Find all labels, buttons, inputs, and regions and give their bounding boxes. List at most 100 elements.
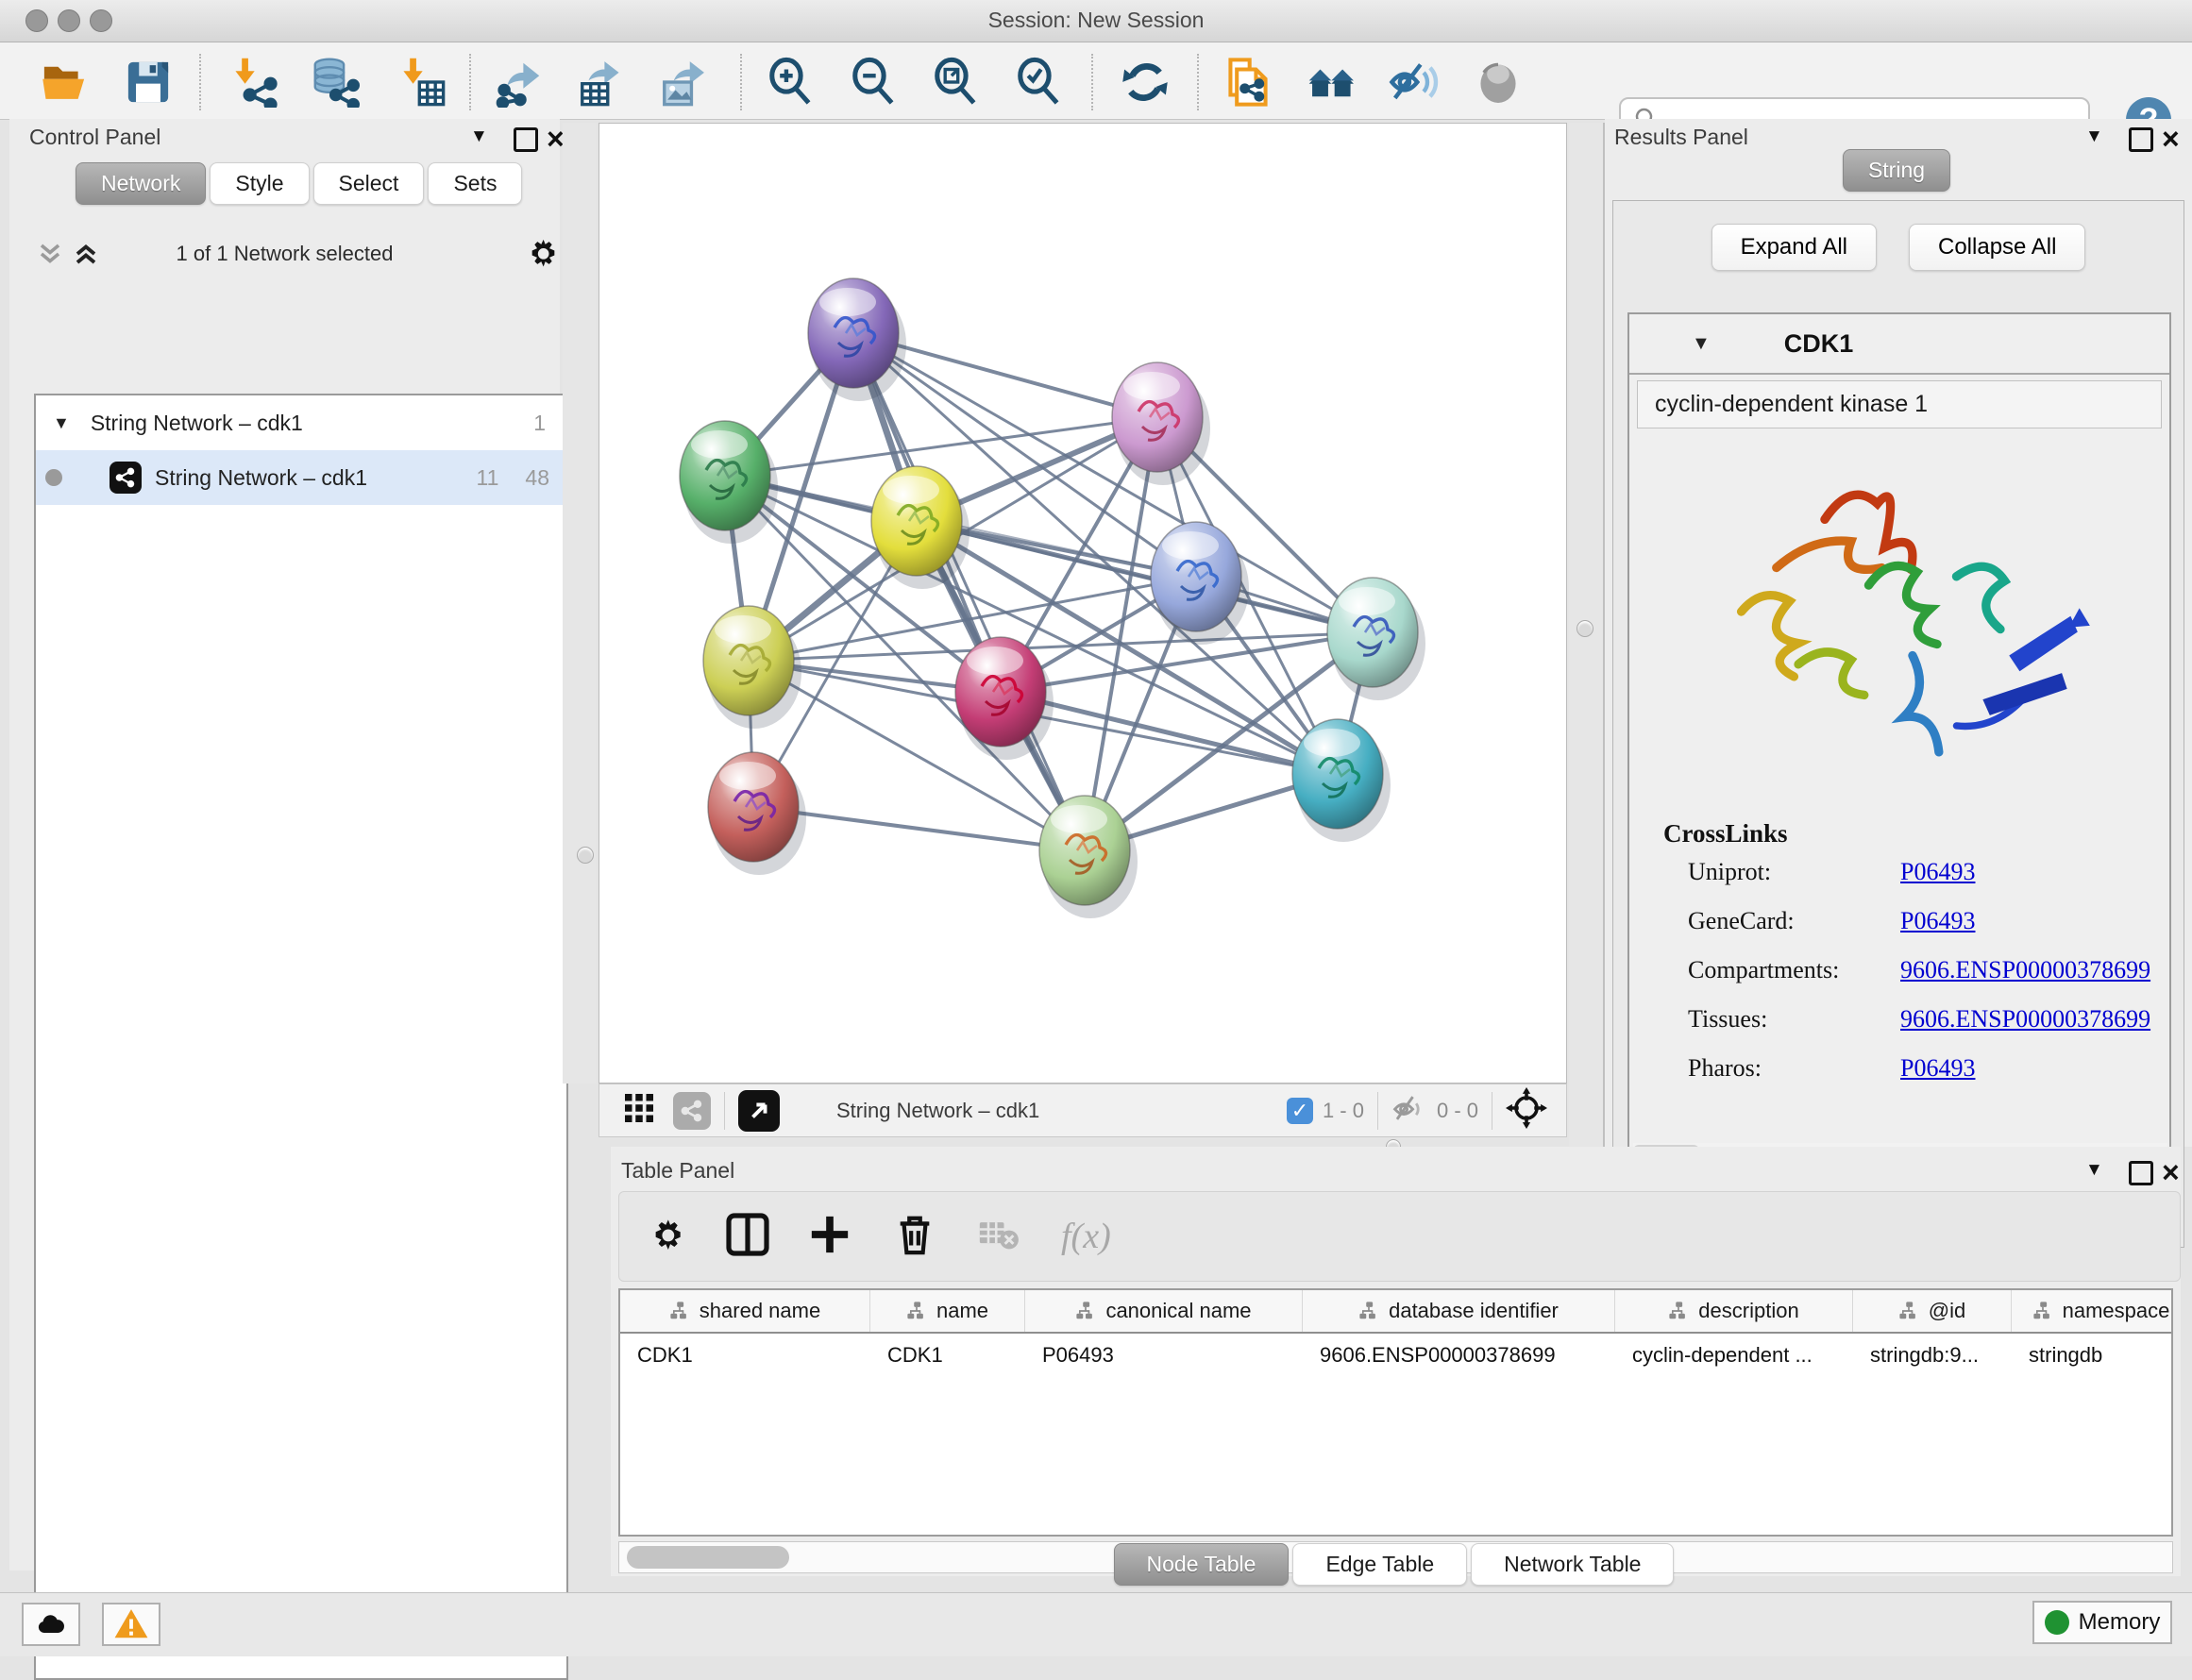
tab-node-table[interactable]: Node Table bbox=[1114, 1543, 1290, 1586]
import-network-file-icon[interactable] bbox=[227, 56, 279, 109]
table-panel: Table Panel ▼ × f(x) shared namenamecano… bbox=[611, 1147, 2181, 1576]
show-columns-icon[interactable] bbox=[725, 1212, 770, 1262]
collapse-all-button[interactable]: Collapse All bbox=[1909, 224, 2085, 271]
tab-select[interactable]: Select bbox=[313, 162, 425, 205]
fit-content-crosshair-icon[interactable] bbox=[1506, 1087, 1547, 1134]
save-session-icon[interactable] bbox=[122, 56, 175, 109]
table-panel-float-button[interactable] bbox=[2129, 1161, 2153, 1190]
refresh-icon[interactable] bbox=[1119, 56, 1172, 109]
crosslink-value-link[interactable]: 9606.ENSP00000378699 bbox=[1900, 1005, 2150, 1033]
network-node-cdkn1a[interactable] bbox=[1292, 719, 1391, 842]
zoom-out-icon[interactable] bbox=[848, 56, 901, 109]
control-panel-close-button[interactable]: × bbox=[547, 128, 565, 149]
gene-expand-caret[interactable]: ▼ bbox=[1692, 333, 1711, 355]
tab-style[interactable]: Style bbox=[210, 162, 309, 205]
cloud-status-button[interactable] bbox=[22, 1603, 80, 1646]
network-node-ccna2[interactable] bbox=[955, 637, 1054, 760]
clone-network-icon[interactable] bbox=[1222, 56, 1274, 109]
left-splitter-handle[interactable] bbox=[577, 847, 594, 864]
zoom-fit-icon[interactable] bbox=[930, 56, 983, 109]
tab-network[interactable]: Network bbox=[76, 162, 206, 205]
table-cell[interactable]: stringdb bbox=[2012, 1334, 2173, 1377]
network-canvas[interactable]: CCNB2CCNA1CDC25BCDK1CDC6RB1CCNB1CCNA2CDK… bbox=[599, 123, 1567, 1084]
zoom-in-icon[interactable] bbox=[765, 56, 818, 109]
column-header-shared-name[interactable]: shared name bbox=[620, 1290, 870, 1332]
table-cell[interactable]: CDK1 bbox=[870, 1334, 1025, 1377]
control-panel-menu-caret[interactable]: ▼ bbox=[470, 126, 488, 147]
tab-edge-table[interactable]: Edge Table bbox=[1292, 1543, 1467, 1586]
network-options-gear-icon[interactable] bbox=[523, 234, 561, 277]
network-node-cdk1[interactable] bbox=[871, 466, 970, 589]
memory-button[interactable]: Memory bbox=[2032, 1601, 2172, 1644]
crosslink-value-link[interactable]: P06493 bbox=[1900, 1054, 1975, 1083]
import-network-database-icon[interactable] bbox=[308, 56, 361, 109]
expand-all-button[interactable]: Expand All bbox=[1711, 224, 1877, 271]
table-cell[interactable]: CDK1 bbox=[620, 1334, 870, 1377]
crosslink-label: Tissues: bbox=[1688, 1005, 1900, 1033]
add-column-icon[interactable] bbox=[808, 1213, 852, 1261]
crosslink-value-link[interactable]: P06493 bbox=[1900, 907, 1975, 935]
network-node-cdc6[interactable] bbox=[1151, 522, 1249, 645]
cloud-icon bbox=[34, 1607, 68, 1641]
column-header-database-identifier[interactable]: database identifier bbox=[1303, 1290, 1615, 1332]
tab-string[interactable]: String bbox=[1843, 149, 1950, 192]
tab-sets[interactable]: Sets bbox=[428, 162, 522, 205]
network-node-rb1[interactable] bbox=[1327, 578, 1425, 700]
zoom-selected-icon[interactable] bbox=[1013, 56, 1066, 109]
network-node-cdc25b[interactable] bbox=[680, 421, 778, 544]
network-node-ccna1[interactable] bbox=[1112, 362, 1210, 485]
results-panel-menu-caret[interactable]: ▼ bbox=[2085, 126, 2103, 147]
home-icon[interactable] bbox=[1307, 56, 1359, 109]
hidden-eye-slash-icon[interactable] bbox=[1391, 1090, 1427, 1132]
export-network-icon[interactable] bbox=[494, 56, 547, 109]
node-table[interactable]: shared namenamecanonical namedatabase id… bbox=[618, 1288, 2173, 1537]
table-panel-close-button[interactable]: × bbox=[2162, 1162, 2180, 1183]
delete-column-trash-icon[interactable] bbox=[893, 1213, 936, 1261]
open-in-window-icon[interactable] bbox=[738, 1090, 780, 1132]
crosslink-value-link[interactable]: P06493 bbox=[1900, 858, 1975, 886]
network-share-icon[interactable] bbox=[673, 1092, 711, 1130]
results-panel-close-button[interactable]: × bbox=[2162, 128, 2180, 149]
table-cell[interactable]: cyclin-dependent ... bbox=[1615, 1334, 1853, 1377]
warning-status-button[interactable] bbox=[102, 1603, 160, 1646]
gene-header-row[interactable]: ▼ CDK1 bbox=[1629, 314, 2169, 375]
left-splitter[interactable] bbox=[563, 123, 597, 1084]
column-header-canonical-name[interactable]: canonical name bbox=[1025, 1290, 1303, 1332]
collection-expand-caret[interactable]: ▼ bbox=[53, 413, 70, 433]
gene-description: cyclin-dependent kinase 1 bbox=[1637, 380, 2162, 428]
show-all-icon[interactable] bbox=[1472, 56, 1525, 109]
table-cell[interactable]: 9606.ENSP00000378699 bbox=[1303, 1334, 1615, 1377]
import-table-file-icon[interactable] bbox=[395, 56, 447, 109]
hide-selected-icon[interactable] bbox=[1388, 56, 1441, 109]
column-header-description[interactable]: description bbox=[1615, 1290, 1853, 1332]
network-edge[interactable] bbox=[853, 333, 1085, 850]
table-settings-gear-icon[interactable] bbox=[646, 1214, 687, 1260]
export-table-icon[interactable] bbox=[575, 56, 628, 109]
tab-network-table[interactable]: Network Table bbox=[1471, 1543, 1674, 1586]
network-node-ccne1[interactable] bbox=[1039, 796, 1138, 918]
right-splitter-handle[interactable] bbox=[1577, 620, 1593, 637]
column-header-name[interactable]: name bbox=[870, 1290, 1025, 1332]
string-network-graph[interactable]: CCNB2CCNA1CDC25BCDK1CDC6RB1CCNB1CCNA2CDK… bbox=[599, 124, 1566, 1083]
collection-label: String Network – cdk1 bbox=[91, 411, 303, 436]
table-tabs: Node TableEdge TableNetwork Table bbox=[611, 1543, 2181, 1586]
column-type-icon bbox=[1075, 1301, 1096, 1321]
network-node-ccnb1[interactable] bbox=[703, 606, 801, 729]
table-panel-menu-caret[interactable]: ▼ bbox=[2085, 1160, 2103, 1181]
column-header-@id[interactable]: @id bbox=[1853, 1290, 2012, 1332]
network-row-selected[interactable]: String Network – cdk1 11 48 bbox=[36, 450, 566, 505]
network-node-hist1h1a[interactable] bbox=[708, 752, 806, 875]
crosslink-value-link[interactable]: 9606.ENSP00000378699 bbox=[1900, 956, 2150, 984]
network-node-ccnb2[interactable] bbox=[808, 278, 906, 401]
table-row[interactable]: CDK1CDK1P064939606.ENSP00000378699cyclin… bbox=[620, 1334, 2171, 1377]
birdseye-grid-icon[interactable] bbox=[622, 1091, 656, 1131]
network-collection-row[interactable]: ▼ String Network – cdk1 1 bbox=[36, 395, 566, 450]
table-cell[interactable]: stringdb:9... bbox=[1853, 1334, 2012, 1377]
control-panel-float-button[interactable] bbox=[514, 127, 538, 157]
table-cell[interactable]: P06493 bbox=[1025, 1334, 1303, 1377]
export-image-icon[interactable] bbox=[657, 56, 710, 109]
crosslink-label: GeneCard: bbox=[1688, 907, 1900, 935]
column-header-namespace[interactable]: namespace bbox=[2012, 1290, 2173, 1332]
selected-checkbox-icon[interactable]: ✓ bbox=[1287, 1098, 1313, 1124]
open-session-icon[interactable] bbox=[38, 56, 91, 109]
